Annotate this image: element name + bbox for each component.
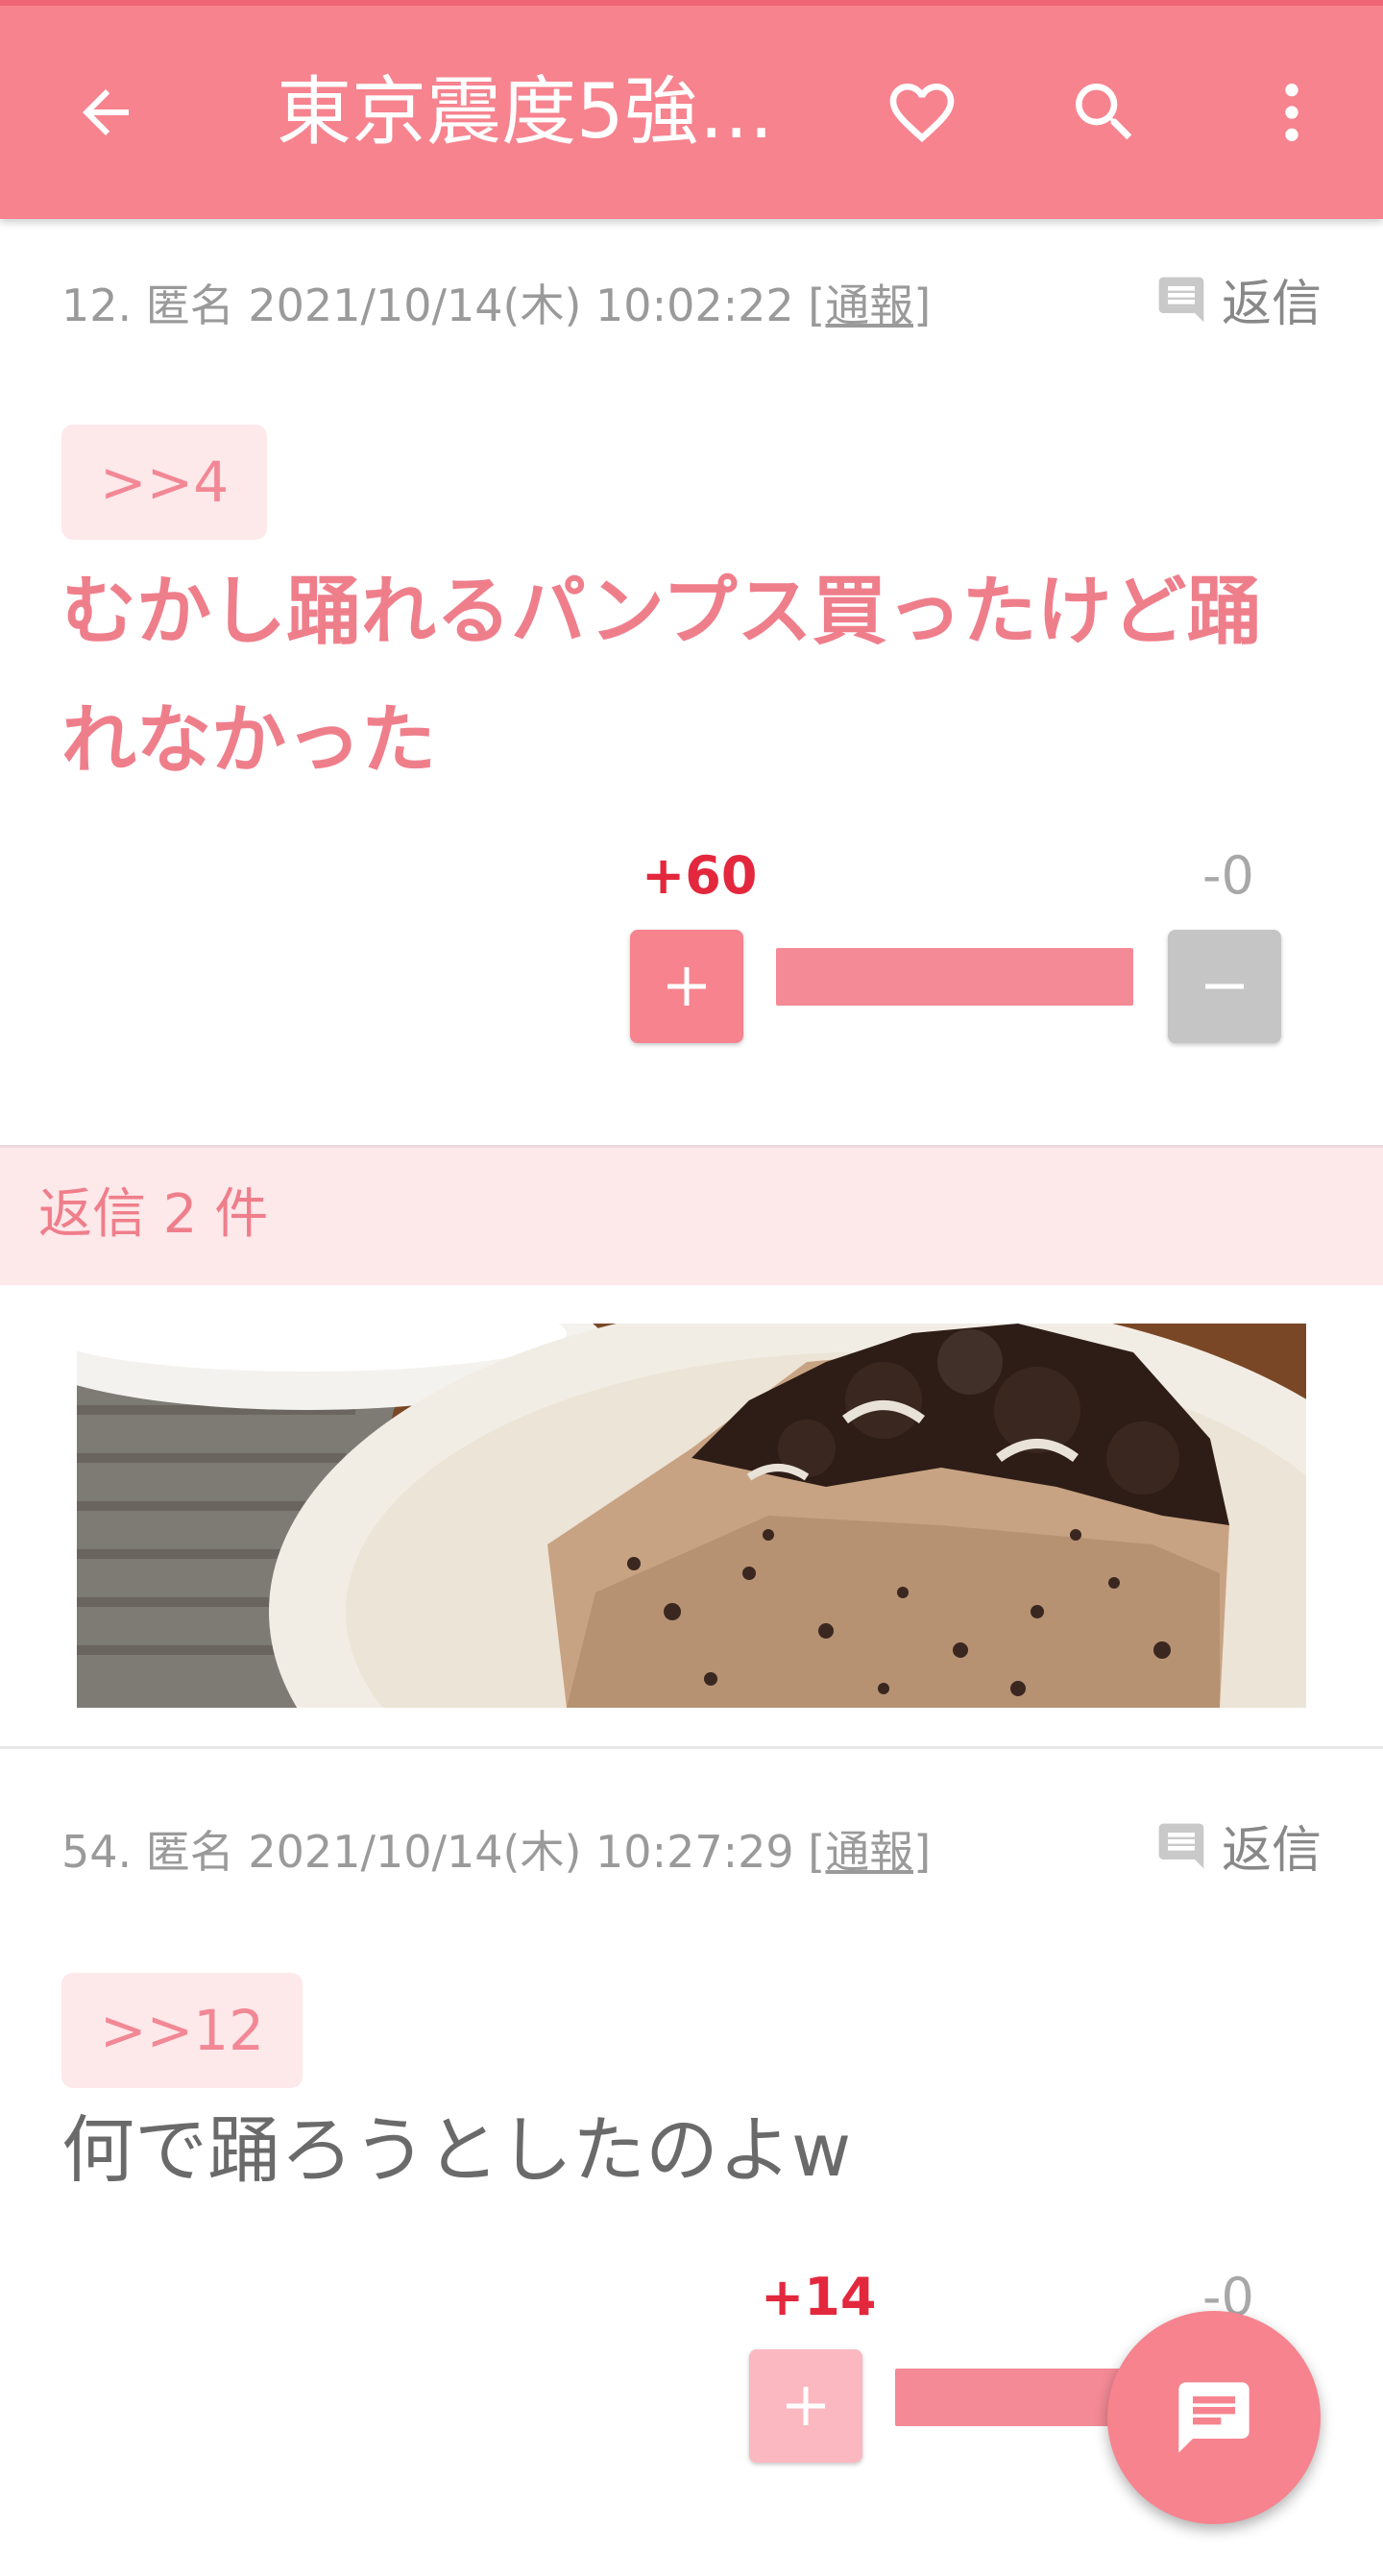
comment-icon (1158, 277, 1204, 322)
comment-number-date: 54. 匿名 2021/10/14(木) 10:27:29 (61, 1826, 794, 1878)
reply-button[interactable]: 返信 (1154, 1810, 1322, 1882)
anchor-link[interactable]: >>4 (61, 425, 268, 540)
page-title: 東京震度5強… (277, 69, 774, 156)
comment-meta: 12. 匿名 2021/10/14(木) 10:02:22 [通報] (61, 271, 931, 334)
comment-meta: 54. 匿名 2021/10/14(木) 10:27:29 [通報] (61, 1817, 931, 1881)
replies-count-label: 返信 2 件 (38, 1183, 269, 1246)
plus-vote-button[interactable] (630, 930, 743, 1043)
comment-12: 12. 匿名 2021/10/14(木) 10:02:22 [通報] 返信 >>… (0, 219, 1383, 1141)
minus-icon (1205, 984, 1244, 989)
heart-icon[interactable] (874, 6, 970, 219)
comment-icon (1158, 1823, 1204, 1868)
comment-body: むかし踊れるパンプス買ったけど踊れなかった (61, 569, 1262, 784)
post-comment-fab[interactable] (1107, 2311, 1321, 2524)
report-link[interactable]: [通報] (808, 1826, 931, 1878)
anchor-link[interactable]: >>12 (61, 1973, 303, 2088)
minus-score: -0 (1202, 845, 1254, 906)
cheesecake-photo[interactable] (77, 1324, 1306, 1708)
reply-label: 返信 (1221, 1822, 1322, 1880)
back-arrow-icon[interactable] (58, 6, 154, 219)
reply-label: 返信 (1221, 276, 1322, 333)
plus-score: +60 (642, 845, 758, 906)
comment-number-date: 12. 匿名 2021/10/14(木) 10:02:22 (61, 279, 794, 331)
plus-score: +14 (761, 2267, 877, 2327)
plus-icon (787, 2387, 825, 2425)
report-link[interactable]: [通報] (808, 279, 931, 331)
plus-icon (667, 967, 706, 1006)
plus-vote-button[interactable] (749, 2349, 862, 2463)
chat-icon (1178, 2382, 1250, 2453)
comment-body: 何で踊ろうとしたのよw (61, 2107, 852, 2193)
minus-vote-button[interactable] (1168, 930, 1281, 1043)
replies-count-bar[interactable]: 返信 2 件 (0, 1145, 1383, 1285)
app-bar: 東京震度5強… (0, 0, 1383, 219)
cheesecake-image (77, 1324, 1306, 1708)
section-divider (0, 1746, 1383, 1749)
reply-button[interactable]: 返信 (1154, 263, 1322, 335)
search-icon[interactable] (1056, 6, 1152, 219)
more-vert-icon[interactable] (1244, 6, 1340, 219)
vote-ratio-bar (776, 948, 1133, 1006)
